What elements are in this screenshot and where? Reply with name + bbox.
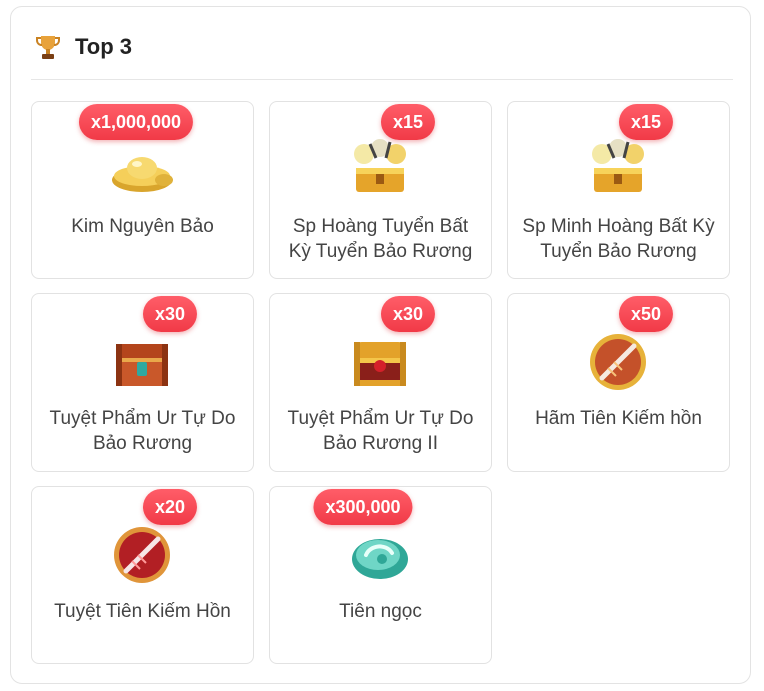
divider — [31, 79, 733, 80]
panel-header: Top 3 — [35, 31, 132, 63]
page-title: Top 3 — [75, 34, 133, 59]
reward-name: Hãm Tiên Kiếm hồn — [535, 408, 702, 429]
treasure-chest-icon — [354, 139, 406, 192]
reward-card[interactable]: x15 Sp Hoàng Tuyển Bất Kỳ Tuyển Bảo Rươn… — [269, 101, 492, 279]
reward-name: Sp Hoàng Tuyển Bất Kỳ Tuyển Bảo Rương — [288, 216, 473, 262]
reward-card[interactable]: x300,000 Tiên ngọc — [269, 486, 492, 664]
trophy-icon — [36, 36, 60, 59]
reward-name: Tiên ngọc — [339, 601, 422, 622]
reward-name: Tuyệt Phẩm Ur Tự Do Bảo Rương — [49, 408, 236, 454]
sword-soul-orb-icon — [590, 334, 646, 390]
reward-name: Tuyệt Phẩm Ur Tự Do Bảo Rương II — [287, 408, 474, 454]
reward-name: Sp Minh Hoàng Bất Kỳ Tuyển Bảo Rương — [522, 216, 715, 262]
reward-name: Tuyệt Tiên Kiếm Hồn — [54, 601, 231, 622]
reward-card[interactable]: x30 Tuyệt Phẩm Ur Tự Do Bảo Rương — [31, 293, 254, 472]
reward-card[interactable]: x20 Tuyệt Tiên Kiếm Hồn — [31, 486, 254, 664]
jade-icon — [352, 539, 408, 579]
reward-name: Kim Nguyên Bảo — [71, 216, 214, 237]
ornate-chest-icon — [116, 344, 168, 386]
reward-card[interactable]: x50 Hãm Tiên Kiếm hồn — [507, 293, 730, 472]
treasure-chest-icon — [592, 139, 644, 192]
reward-card[interactable]: x30 Tuyệt Phẩm Ur Tự Do Bảo Rương II — [269, 293, 492, 472]
reward-card[interactable]: x1,000,000 Kim Nguyên Bảo — [31, 101, 254, 279]
gold-ingot-icon — [112, 157, 173, 192]
sword-soul-orb-red-icon — [114, 527, 170, 583]
golden-chest-icon — [354, 342, 406, 386]
reward-card[interactable]: x15 Sp Minh Hoàng Bất Kỳ Tuyển Bảo Rương — [507, 101, 730, 279]
